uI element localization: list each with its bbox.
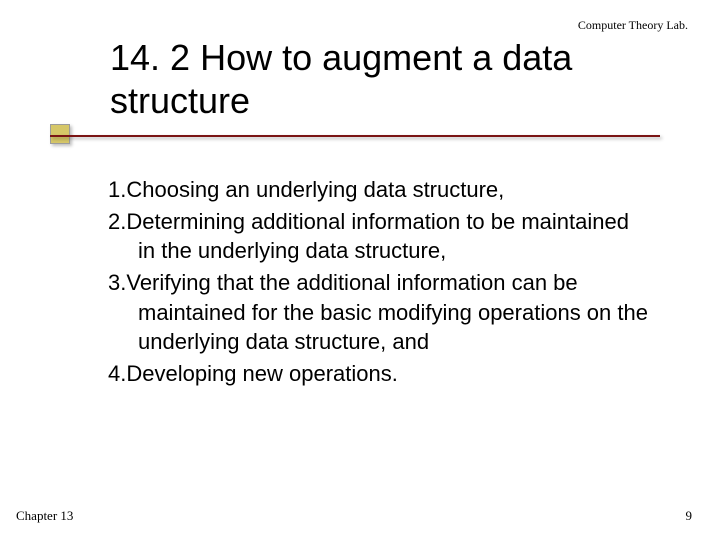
list-item: 1.Choosing an underlying data structure, xyxy=(108,175,650,205)
list-item-text: Choosing an underlying data structure, xyxy=(126,177,504,202)
list-item-text: Determining additional information to be… xyxy=(126,209,629,264)
accent-square-icon xyxy=(50,124,70,144)
list-item: 2.Determining additional information to … xyxy=(108,207,650,266)
list-item-number: 2. xyxy=(108,209,126,234)
title-underline xyxy=(50,135,660,137)
slide-title: 14. 2 How to augment a data structure xyxy=(110,36,660,122)
list-item: 4.Developing new operations. xyxy=(108,359,650,389)
numbered-list: 1.Choosing an underlying data structure,… xyxy=(108,175,650,391)
list-item-text: Verifying that the additional informatio… xyxy=(126,270,648,354)
footer-chapter: Chapter 13 xyxy=(16,508,73,524)
list-item-number: 1. xyxy=(108,177,126,202)
header-lab-label: Computer Theory Lab. xyxy=(578,18,688,33)
title-block: 14. 2 How to augment a data structure xyxy=(50,36,660,122)
list-item-text: Developing new operations. xyxy=(126,361,398,386)
list-item-number: 3. xyxy=(108,270,126,295)
footer-page-number: 9 xyxy=(686,508,693,524)
list-item-number: 4. xyxy=(108,361,126,386)
list-item: 3.Verifying that the additional informat… xyxy=(108,268,650,357)
